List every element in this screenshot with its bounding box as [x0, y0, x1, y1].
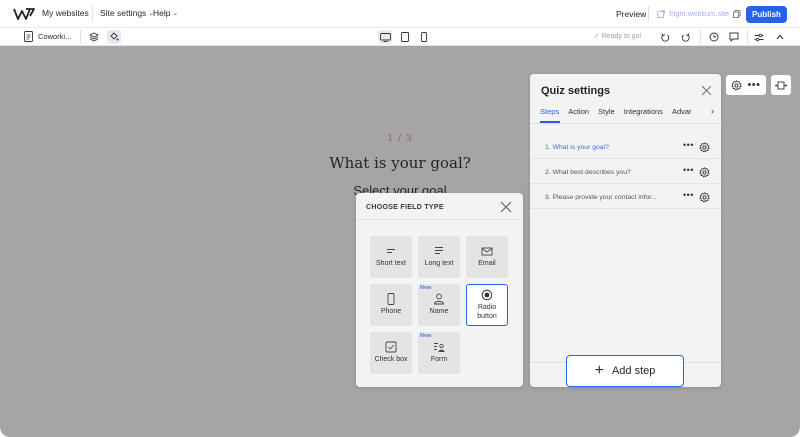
field-type-check-box[interactable]: Check box: [370, 332, 412, 374]
tab-integrations[interactable]: Integrations: [624, 107, 663, 116]
step-row[interactable]: 2. What best describes you? •••: [530, 160, 721, 184]
field-type-radio-button[interactable]: Radio button: [466, 284, 508, 326]
field-type-label: Long text: [424, 260, 454, 268]
field-type-form[interactable]: New Form: [418, 332, 460, 374]
email-icon: [480, 245, 494, 257]
panel-title: CHOOSE FIELD TYPE: [366, 204, 444, 211]
step-label: 1. What is your goal?: [545, 144, 609, 151]
block-actions: •••: [726, 75, 766, 95]
field-type-label: Short text: [376, 260, 406, 268]
field-type-label: Form: [430, 356, 448, 364]
field-type-short-text[interactable]: Short text: [370, 236, 412, 278]
divider: [747, 30, 748, 44]
paint-bucket-icon[interactable]: [107, 30, 121, 44]
publish-button[interactable]: Publish: [746, 6, 787, 23]
add-step-button[interactable]: + Add step: [566, 355, 684, 387]
help-label: Help: [153, 8, 171, 18]
new-badge: New: [420, 333, 432, 339]
external-link-icon: [657, 9, 665, 18]
step-row[interactable]: 1. What is your goal? •••: [530, 135, 721, 159]
site-url-link[interactable]: fright.weblium.site: [657, 9, 741, 18]
divider: [648, 6, 649, 22]
more-options-icon[interactable]: •••: [683, 140, 694, 150]
settings-gear-icon[interactable]: [699, 142, 710, 153]
divider: [92, 6, 93, 22]
chevron-up-icon[interactable]: [773, 30, 787, 44]
quiz-settings-panel: Quiz settings Steps Action Style Integra…: [530, 74, 721, 387]
new-badge: New: [420, 285, 432, 291]
step-row[interactable]: 3. Please provide your contact infor... …: [530, 185, 721, 209]
sliders-icon[interactable]: [752, 30, 766, 44]
tab-style[interactable]: Style: [598, 107, 615, 116]
short-text-icon: [384, 245, 398, 257]
field-type-label: Email: [478, 260, 496, 268]
save-status: ✓ Ready to go!: [594, 33, 642, 40]
person-icon: [432, 293, 446, 305]
settings-tabs: Steps Action Style Integrations Advar: [540, 107, 692, 116]
editor-window: My websites Site settings ⌄ Help ⌄ Previ…: [0, 0, 800, 437]
redo-icon[interactable]: [678, 30, 692, 44]
field-type-email[interactable]: Email: [466, 236, 508, 278]
copy-icon[interactable]: [733, 9, 741, 18]
save-status-text: Ready to go!: [601, 33, 642, 40]
field-type-label: Check box: [374, 356, 408, 364]
long-text-icon: [432, 245, 446, 257]
history-icon[interactable]: [707, 30, 721, 44]
step-label: 2. What best describes you?: [545, 169, 631, 176]
my-websites-link[interactable]: My websites: [42, 8, 89, 18]
panel-title: Quiz settings: [541, 85, 611, 97]
form-icon: [432, 341, 446, 353]
field-type-label: Radio button: [477, 304, 497, 320]
field-type-name[interactable]: New Name: [418, 284, 460, 326]
preview-button[interactable]: Preview: [616, 9, 646, 19]
undo-icon[interactable]: [658, 30, 672, 44]
divider: [356, 219, 523, 220]
weblium-logo-icon[interactable]: [12, 6, 36, 22]
settings-gear-icon[interactable]: [699, 192, 710, 203]
top-bar: My websites Site settings ⌄ Help ⌄ Previ…: [0, 0, 800, 28]
page-name: Coworki...: [38, 32, 72, 41]
section-move-button[interactable]: [771, 75, 791, 95]
more-options-icon[interactable]: •••: [683, 165, 694, 175]
plus-icon: +: [594, 362, 604, 379]
tab-steps[interactable]: Steps: [540, 107, 559, 116]
radio-icon: [480, 289, 494, 301]
tab-action[interactable]: Action: [568, 107, 589, 116]
divider: [700, 30, 701, 44]
chevron-down-icon: ⌄: [172, 10, 179, 17]
page-selector[interactable]: Coworki...: [24, 31, 71, 42]
divider: [80, 30, 81, 44]
close-icon[interactable]: [701, 85, 712, 96]
site-url-text: fright.weblium.site: [669, 9, 730, 18]
step-label: 3. Please provide your contact infor...: [545, 194, 657, 201]
help-menu[interactable]: Help ⌄: [153, 8, 178, 18]
field-type-phone[interactable]: Phone: [370, 284, 412, 326]
editor-toolbar: Coworki... ✓ Ready to go!: [0, 28, 800, 46]
divider: [530, 123, 721, 124]
choose-field-type-panel: CHOOSE FIELD TYPE Short text Long text E…: [356, 193, 523, 387]
comment-icon[interactable]: [727, 30, 741, 44]
field-type-long-text[interactable]: Long text: [418, 236, 460, 278]
more-options-icon[interactable]: •••: [683, 190, 694, 200]
checkbox-icon: [384, 341, 398, 353]
site-settings-label: Site settings: [100, 8, 147, 18]
settings-gear-icon[interactable]: [731, 79, 743, 91]
more-options-icon[interactable]: •••: [747, 79, 760, 91]
close-icon[interactable]: [499, 200, 513, 214]
tab-advanced[interactable]: Advar: [672, 107, 692, 116]
layers-icon[interactable]: [87, 30, 101, 44]
tablet-view-icon[interactable]: [398, 30, 412, 44]
page-icon: [24, 31, 33, 42]
add-step-label: Add step: [611, 365, 656, 377]
site-settings-menu[interactable]: Site settings ⌄: [100, 8, 154, 18]
phone-icon: [384, 293, 398, 306]
move-section-icon: [775, 81, 787, 89]
desktop-view-icon[interactable]: [378, 30, 392, 44]
settings-gear-icon[interactable]: [699, 167, 710, 178]
field-type-label: Name: [429, 308, 449, 316]
field-type-label: Phone: [380, 308, 402, 316]
chevron-right-icon[interactable]: ›: [711, 106, 714, 116]
mobile-view-icon[interactable]: [417, 30, 431, 44]
